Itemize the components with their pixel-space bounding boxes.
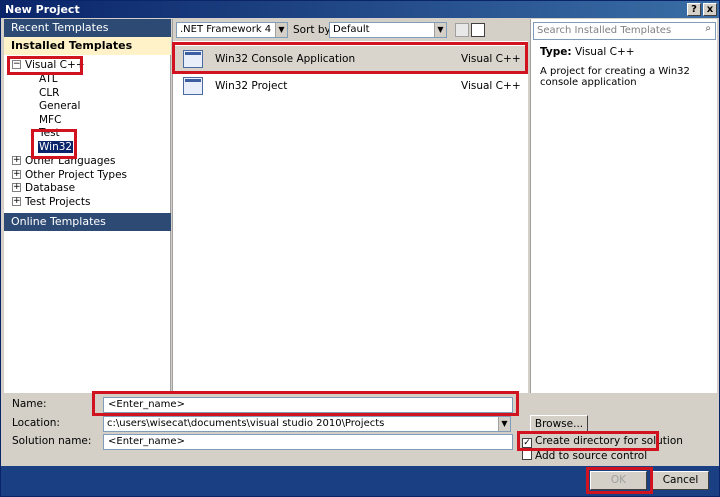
online-templates-header[interactable]: Online Templates xyxy=(4,213,171,231)
template-item[interactable]: Win32 Console Application Visual C++ xyxy=(175,46,527,72)
type-line: Type: Visual C++ xyxy=(540,46,635,58)
tree-item-test-projects[interactable]: Test Projects xyxy=(25,196,90,208)
sort-by-label: Sort by: xyxy=(293,24,334,36)
template-name: Win32 Project xyxy=(215,80,288,92)
template-name: Win32 Console Application xyxy=(215,53,356,65)
tree-item-clr[interactable]: CLR xyxy=(39,87,59,99)
create-directory-checkbox[interactable]: ✓ Create directory for solution xyxy=(522,435,683,448)
checkbox-icon[interactable] xyxy=(522,450,532,460)
type-label: Type: xyxy=(540,46,572,58)
search-icon[interactable]: ⌕ xyxy=(705,23,711,34)
tree-item-database[interactable]: Database xyxy=(25,182,75,194)
name-label: Name: xyxy=(12,398,47,410)
template-language: Visual C++ xyxy=(461,53,521,65)
expand-icon[interactable]: + xyxy=(12,156,21,165)
template-details-pane: Search Installed Templates ⌕ Type: Visua… xyxy=(530,19,717,393)
templates-list-pane: .NET Framework 4 ▼ Sort by: Default ▼ Wi… xyxy=(172,19,529,393)
tree-item-mfc[interactable]: MFC xyxy=(39,114,61,126)
add-source-control-checkbox[interactable]: Add to source control xyxy=(522,450,647,462)
location-label: Location: xyxy=(12,417,60,429)
expand-icon[interactable]: + xyxy=(12,170,21,179)
solution-name-field[interactable]: <Enter_name> xyxy=(103,434,513,450)
template-description: A project for creating a Win32 console a… xyxy=(540,66,690,88)
dialog-footer: OK Cancel xyxy=(1,466,719,496)
template-language: Visual C++ xyxy=(461,80,521,92)
framework-value: .NET Framework 4 xyxy=(180,24,272,35)
title-bar: New Project ? x xyxy=(1,1,719,18)
template-item[interactable]: Win32 Project Visual C++ xyxy=(175,73,527,99)
medium-icons-view-icon[interactable] xyxy=(455,23,469,37)
location-dropdown[interactable]: c:\users\wisecat\documents\visual studio… xyxy=(103,416,511,432)
tree-item-visual-cpp[interactable]: Visual C++ xyxy=(25,59,85,71)
location-value: c:\users\wisecat\documents\visual studio… xyxy=(107,418,385,429)
create-directory-label: Create directory for solution xyxy=(535,435,683,447)
tree-item-atl[interactable]: ATL xyxy=(39,73,58,85)
chevron-down-icon[interactable]: ▼ xyxy=(275,23,287,37)
installed-templates-header[interactable]: Installed Templates xyxy=(4,37,171,55)
win32-project-icon xyxy=(183,77,203,95)
browse-button[interactable]: Browse... xyxy=(530,415,588,434)
tree-item-other-project-types[interactable]: Other Project Types xyxy=(25,169,127,181)
collapse-icon[interactable]: − xyxy=(12,60,21,69)
help-button[interactable]: ? xyxy=(687,3,701,16)
list-view-icon[interactable] xyxy=(471,23,485,37)
window-title: New Project xyxy=(5,3,80,16)
expand-icon[interactable]: + xyxy=(12,183,21,192)
chevron-down-icon[interactable]: ▼ xyxy=(498,417,510,431)
recent-templates-header[interactable]: Recent Templates xyxy=(4,19,171,37)
console-app-icon xyxy=(183,50,203,68)
new-project-dialog: New Project ? x Recent Templates Install… xyxy=(0,0,720,497)
template-categories-pane: Recent Templates Installed Templates − V… xyxy=(4,19,171,393)
search-placeholder: Search Installed Templates xyxy=(537,25,672,36)
tree-item-other-languages[interactable]: Other Languages xyxy=(25,155,115,167)
tree-item-test[interactable]: Test xyxy=(39,127,60,139)
framework-dropdown[interactable]: .NET Framework 4 ▼ xyxy=(176,22,288,38)
chevron-down-icon[interactable]: ▼ xyxy=(434,23,446,37)
sort-value: Default xyxy=(333,24,370,35)
search-input[interactable]: Search Installed Templates ⌕ xyxy=(533,22,716,40)
add-source-control-label: Add to source control xyxy=(535,450,648,462)
templates-toolbar: .NET Framework 4 ▼ Sort by: Default ▼ xyxy=(173,19,529,41)
sort-dropdown[interactable]: Default ▼ xyxy=(329,22,447,38)
tree-item-win32[interactable]: Win32 xyxy=(38,141,74,153)
ok-button[interactable]: OK xyxy=(590,471,647,490)
name-field[interactable]: <Enter_name> xyxy=(103,397,513,413)
type-value: Visual C++ xyxy=(574,46,635,58)
cancel-button[interactable]: Cancel xyxy=(652,471,709,490)
tree-item-general[interactable]: General xyxy=(39,100,80,112)
close-button[interactable]: x xyxy=(703,3,717,16)
expand-icon[interactable]: + xyxy=(12,197,21,206)
checkbox-checked-icon[interactable]: ✓ xyxy=(522,438,532,448)
solution-name-label: Solution name: xyxy=(12,435,92,447)
